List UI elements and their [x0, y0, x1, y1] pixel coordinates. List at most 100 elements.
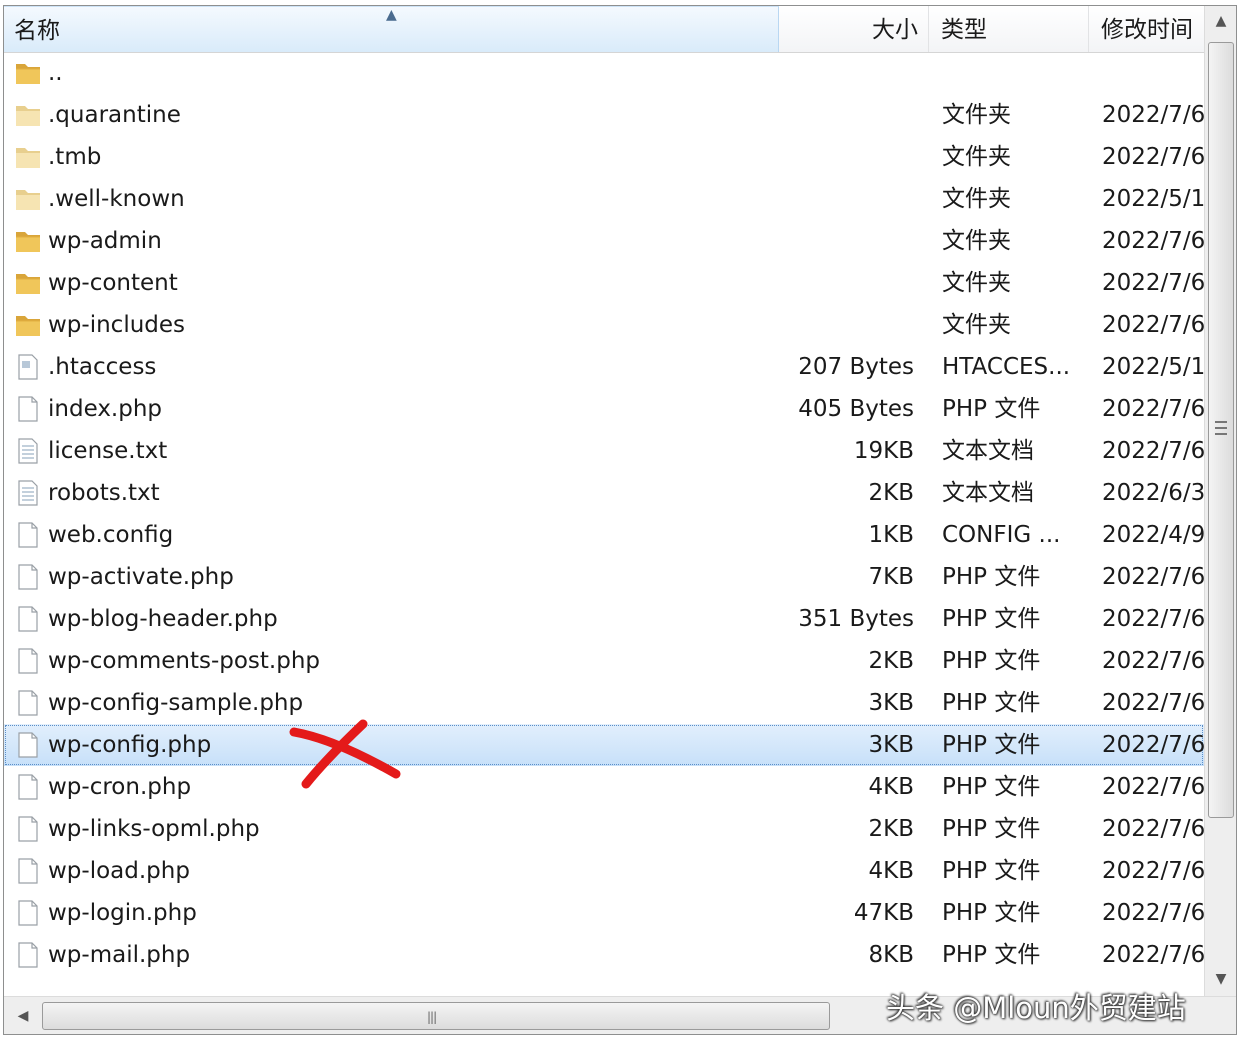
table-row[interactable]: .tmb 文件夹 2022/7/6: [4, 136, 1204, 178]
file-name-cell: robots.txt: [48, 480, 160, 506]
file-size-cell: [779, 262, 914, 304]
table-row[interactable]: robots.txt 2KB 文本文档 2022/6/3: [4, 472, 1204, 514]
file-date-cell: 2022/5/1: [1102, 354, 1204, 380]
column-type-label: 类型: [941, 17, 987, 43]
table-row[interactable]: wp-login.php 47KB PHP 文件 2022/7/6: [4, 892, 1204, 934]
file-list: .. .quarantine 文件夹 2022/7/6 .tmb 文件夹 2022/7/6.…: [4, 52, 1204, 996]
table-row[interactable]: wp-content 文件夹 2022/7/6: [4, 262, 1204, 304]
file-type-cell: HTACCES...: [942, 354, 1071, 380]
folder-light-icon: [14, 101, 42, 129]
file-type-cell: 文件夹: [942, 102, 1011, 128]
file-type-cell: PHP 文件: [942, 396, 1041, 422]
file-date-cell: 2022/4/9: [1102, 522, 1204, 548]
file-icon: [14, 521, 42, 549]
file-name-cell: wp-includes: [48, 312, 186, 338]
file-size-cell: 3KB: [868, 732, 915, 758]
table-row[interactable]: wp-mail.php 8KB PHP 文件 2022/7/6: [4, 934, 1204, 976]
column-header-size[interactable]: 大小: [779, 6, 929, 52]
table-row[interactable]: wp-cron.php 4KB PHP 文件 2022/7/6: [4, 766, 1204, 808]
file-type-cell: 文件夹: [942, 312, 1011, 338]
file-date-cell: 2022/7/6: [1102, 732, 1204, 758]
table-row[interactable]: .quarantine 文件夹 2022/7/6: [4, 94, 1204, 136]
file-name-cell: .quarantine: [48, 102, 181, 128]
htaccess-file-icon: [14, 353, 42, 381]
column-header-bar: 名称 ▲ 大小 类型 修改时间: [4, 6, 1204, 53]
file-date-cell: 2022/7/6: [1102, 858, 1204, 884]
horizontal-scroll-thumb[interactable]: |||: [42, 1002, 830, 1030]
file-type-cell: PHP 文件: [942, 648, 1041, 674]
file-size-cell: 351 Bytes: [798, 606, 914, 632]
table-row[interactable]: wp-config-sample.php 3KB PHP 文件 2022/7/6: [4, 682, 1204, 724]
file-type-cell: PHP 文件: [942, 732, 1041, 758]
table-row[interactable]: license.txt 19KB 文本文档 2022/7/6: [4, 430, 1204, 472]
text-file-icon: [14, 479, 42, 507]
file-size-cell: 2KB: [868, 480, 915, 506]
vertical-scrollbar[interactable]: ▲ ▼: [1204, 6, 1236, 996]
file-date-cell: 2022/7/6: [1102, 942, 1204, 968]
file-name-cell: .tmb: [48, 144, 102, 170]
table-row[interactable]: web.config 1KB CONFIG ... 2022/4/9: [4, 514, 1204, 556]
file-type-cell: 文本文档: [942, 438, 1034, 464]
column-name-label: 名称: [14, 18, 60, 44]
sort-ascending-icon: ▲: [386, 7, 397, 23]
table-row[interactable]: wp-includes 文件夹 2022/7/6: [4, 304, 1204, 346]
folder-icon: [14, 311, 42, 339]
file-icon: [14, 731, 42, 759]
folder-light-icon: [14, 185, 42, 213]
file-date-cell: 2022/6/3: [1102, 480, 1204, 506]
file-name-cell: wp-comments-post.php: [48, 648, 321, 674]
file-type-cell: CONFIG ...: [942, 522, 1061, 548]
file-name-cell: wp-admin: [48, 228, 162, 254]
file-date-cell: 2022/7/6: [1102, 564, 1204, 590]
column-header-name[interactable]: 名称 ▲: [4, 6, 779, 52]
file-date-cell: 2022/7/6: [1102, 690, 1204, 716]
file-name-cell: wp-config.php: [48, 732, 212, 758]
file-size-cell: 3KB: [868, 690, 915, 716]
file-name-cell: license.txt: [48, 438, 168, 464]
column-header-date[interactable]: 修改时间: [1089, 6, 1204, 52]
table-row[interactable]: ..: [4, 52, 1204, 94]
scroll-left-icon[interactable]: ◀: [8, 1001, 38, 1031]
table-row[interactable]: wp-activate.php 7KB PHP 文件 2022/7/6: [4, 556, 1204, 598]
file-icon: [14, 941, 42, 969]
file-size-cell: [779, 220, 914, 262]
file-size-cell: [779, 52, 914, 94]
scroll-down-icon[interactable]: ▼: [1205, 964, 1236, 994]
table-row[interactable]: wp-blog-header.php 351 Bytes PHP 文件 2022/7/…: [4, 598, 1204, 640]
file-icon: [14, 395, 42, 423]
file-icon: [14, 899, 42, 927]
file-type-cell: 文件夹: [942, 186, 1011, 212]
file-type-cell: PHP 文件: [942, 900, 1041, 926]
table-row[interactable]: wp-config.php 3KB PHP 文件 2022/7/6: [4, 724, 1204, 766]
file-icon: [14, 563, 42, 591]
file-date-cell: 2022/7/6: [1102, 312, 1204, 338]
table-row[interactable]: .htaccess 207 Bytes HTACCES... 2022/5/1: [4, 346, 1204, 388]
file-date-cell: 2022/7/6: [1102, 144, 1204, 170]
file-date-cell: 2022/7/6: [1102, 270, 1204, 296]
table-row[interactable]: wp-links-opml.php 2KB PHP 文件 2022/7/6: [4, 808, 1204, 850]
table-row[interactable]: .well-known 文件夹 2022/5/1: [4, 178, 1204, 220]
table-row[interactable]: wp-comments-post.php 2KB PHP 文件 2022/7/6: [4, 640, 1204, 682]
vertical-scroll-thumb[interactable]: [1208, 42, 1234, 818]
file-list-window: 名称 ▲ 大小 类型 修改时间 .. .quarantine 文件夹 2022/7/6…: [3, 5, 1237, 1035]
file-name-cell: index.php: [48, 396, 163, 422]
folder-icon: [14, 269, 42, 297]
file-size-cell: 8KB: [868, 942, 915, 968]
file-size-cell: 4KB: [868, 858, 915, 884]
file-size-cell: [779, 178, 914, 220]
table-row[interactable]: wp-admin 文件夹 2022/7/6: [4, 220, 1204, 262]
file-name-cell: wp-mail.php: [48, 942, 191, 968]
column-header-type[interactable]: 类型: [929, 6, 1089, 52]
file-name-cell: wp-content: [48, 270, 178, 296]
file-size-cell: 207 Bytes: [798, 354, 914, 380]
scroll-up-icon[interactable]: ▲: [1205, 6, 1236, 36]
table-row[interactable]: index.php 405 Bytes PHP 文件 2022/7/6: [4, 388, 1204, 430]
file-size-cell: [779, 94, 914, 136]
file-icon: [14, 689, 42, 717]
file-type-cell: PHP 文件: [942, 690, 1041, 716]
table-row[interactable]: wp-load.php 4KB PHP 文件 2022/7/6: [4, 850, 1204, 892]
file-date-cell: 2022/7/6: [1102, 102, 1204, 128]
file-type-cell: [942, 52, 1082, 94]
file-date-cell: [1102, 52, 1204, 94]
file-type-cell: 文件夹: [942, 270, 1011, 296]
